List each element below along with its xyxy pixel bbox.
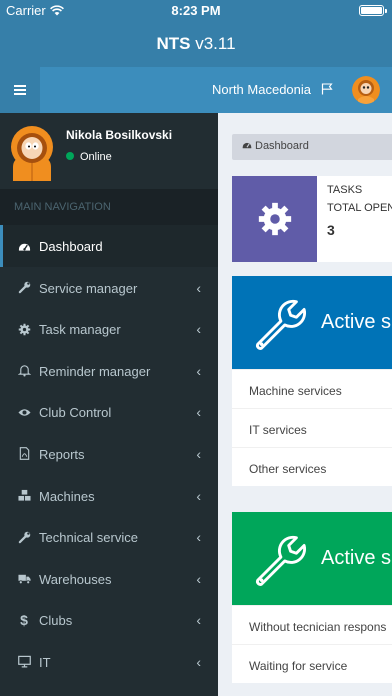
- dollar-icon: $: [20, 612, 28, 629]
- cubes-icon: [17, 489, 31, 503]
- sidebar-item-label: Service manager: [39, 280, 138, 296]
- list-item-other-services[interactable]: Other services: [232, 447, 392, 486]
- file-pdf-icon: [17, 447, 31, 461]
- active-second-title: Active s: [321, 547, 392, 569]
- gear-icon: [17, 322, 31, 336]
- sidebar-item-label: Dashboard: [39, 239, 103, 254]
- battery-icon: [359, 5, 387, 16]
- sidebar-item-reminder-manager[interactable]: Reminder manager ‹: [0, 350, 218, 392]
- active-second-header[interactable]: Active s: [232, 512, 392, 605]
- sidebar-item-task-manager[interactable]: Task manager ‹: [0, 308, 218, 350]
- flag-icon: [321, 83, 333, 95]
- monitor-icon: [17, 655, 31, 669]
- list-item-waiting-for-service[interactable]: Waiting for service: [232, 644, 392, 683]
- tasks-label: TASKS: [327, 184, 363, 196]
- user-status-label: Online: [80, 151, 112, 163]
- sidebar-item-label: IT: [39, 654, 51, 670]
- clock: 8:23 PM: [171, 3, 221, 18]
- sidebar-item-label: Reminder manager: [39, 363, 151, 379]
- list-item-it-services[interactable]: IT services: [232, 408, 392, 447]
- app-version: v3.11: [195, 34, 236, 53]
- chevron-left-icon: ‹: [196, 404, 201, 421]
- chevron-left-icon: ‹: [196, 362, 201, 379]
- hamburger-icon: [14, 85, 26, 95]
- gear-icon: [258, 202, 291, 236]
- wrench-icon: [256, 299, 307, 350]
- sidebar-item-label: Clubs: [39, 613, 73, 629]
- nav-section-header: MAIN NAVIGATION: [0, 189, 218, 225]
- main-content: Dashboard TASKS TOTAL OPEN 3 Active s Ma…: [218, 113, 392, 696]
- breadcrumb[interactable]: Dashboard: [232, 134, 392, 160]
- sidebar-item-label: Machines: [39, 488, 95, 504]
- sidebar-item-label: Club Control: [39, 405, 112, 421]
- user-menu-avatar[interactable]: [352, 76, 380, 104]
- truck-icon: [17, 572, 31, 586]
- bell-icon: [17, 364, 31, 378]
- active-services-title: Active s: [321, 311, 392, 333]
- avatar: [9, 123, 55, 181]
- active-services-card: Active s Machine services IT services Ot…: [232, 276, 392, 486]
- user-name: Nikola Bosilkovski: [66, 128, 173, 142]
- country-label: North Macedonia: [212, 82, 311, 97]
- sidebar-item-technical-service[interactable]: Technical service ‹: [0, 516, 218, 558]
- chevron-left-icon: ‹: [196, 570, 201, 587]
- user-status: Online: [66, 151, 112, 163]
- tasks-icon-bg: [232, 176, 317, 262]
- sidebar-item-label: Warehouses: [39, 571, 112, 587]
- sidebar-toggle-button[interactable]: [0, 67, 40, 113]
- tasks-count: 3: [327, 222, 335, 238]
- chevron-left-icon: ‹: [196, 653, 201, 670]
- wrench-icon: [17, 530, 31, 544]
- sidebar-item-warehouses[interactable]: Warehouses ‹: [0, 558, 218, 600]
- chevron-left-icon: ‹: [196, 487, 201, 504]
- dashboard-icon: [17, 239, 31, 253]
- active-services-header[interactable]: Active s: [232, 276, 392, 369]
- app-name: NTS: [156, 34, 191, 53]
- sidebar-item-clubs[interactable]: $ Clubs ‹: [0, 599, 218, 641]
- chevron-left-icon: ‹: [196, 279, 201, 296]
- sidebar-item-club-control[interactable]: Club Control ‹: [0, 391, 218, 433]
- sidebar-item-service-manager[interactable]: Service manager ‹: [0, 267, 218, 309]
- status-bar: Carrier 8:23 PM: [0, 0, 392, 20]
- sidebar-item-label: Reports: [39, 446, 85, 462]
- chevron-left-icon: ‹: [196, 445, 201, 462]
- sidebar-item-label: Technical service: [39, 530, 138, 546]
- sidebar-item-reports[interactable]: Reports ‹: [0, 433, 218, 475]
- sidebar-item-machines[interactable]: Machines ‹: [0, 475, 218, 517]
- breadcrumb-label: Dashboard: [255, 140, 309, 152]
- sidebar-item-dashboard[interactable]: Dashboard: [0, 225, 218, 267]
- sidebar-item-it[interactable]: IT ‹: [0, 641, 218, 683]
- eye-icon: [17, 405, 31, 419]
- country-selector[interactable]: North Macedonia: [212, 82, 333, 97]
- wrench-icon: [256, 535, 307, 586]
- wrench-icon: [17, 281, 31, 295]
- top-navbar: North Macedonia: [0, 67, 392, 113]
- tasks-info-box[interactable]: TASKS TOTAL OPEN 3: [232, 176, 392, 262]
- list-item-without-technician[interactable]: Without tecnician respons: [232, 605, 392, 644]
- dashboard-icon: [242, 142, 252, 149]
- chevron-left-icon: ‹: [196, 321, 201, 338]
- online-indicator-icon: [66, 152, 74, 160]
- list-item-machine-services[interactable]: Machine services: [232, 369, 392, 408]
- chevron-left-icon: ‹: [196, 612, 201, 629]
- app-title-bar: NTS v3.11: [0, 20, 392, 67]
- sidebar: Nikola Bosilkovski Online MAIN NAVIGATIO…: [0, 113, 218, 696]
- chevron-left-icon: ‹: [196, 529, 201, 546]
- sidebar-item-label: Task manager: [39, 322, 121, 338]
- tasks-total-open-label: TOTAL OPEN: [327, 202, 392, 214]
- active-second-card: Active s Without tecnician respons Waiti…: [232, 512, 392, 683]
- user-panel: Nikola Bosilkovski Online: [0, 113, 218, 189]
